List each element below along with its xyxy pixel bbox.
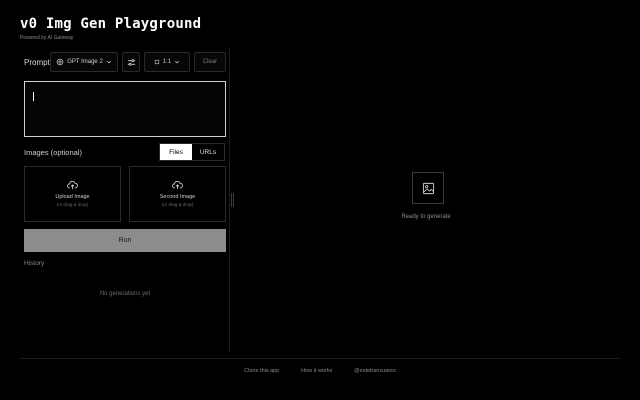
settings-button[interactable] — [122, 52, 140, 72]
image-icon — [422, 182, 434, 194]
prompt-toolbar: Prompt GPT Image 2 1:1 Clear — [20, 52, 230, 72]
model-select[interactable]: GPT Image 2 — [50, 52, 118, 72]
app-header: v0 Img Gen Playground Powered by AI Gate… — [20, 16, 201, 41]
upload-image-dropzone[interactable]: Upload Image (or drag & drop) — [24, 166, 121, 222]
footer-separator: · — [289, 368, 292, 374]
footer-divider — [20, 358, 620, 359]
aspect-ratio-value: 1:1 — [162, 59, 172, 65]
resize-handle[interactable] — [231, 193, 234, 207]
app-title: v0 Img Gen Playground — [20, 16, 202, 32]
tab-urls[interactable]: URLs — [192, 144, 224, 160]
footer-separator: · — [342, 368, 345, 374]
image-source-toggle: Files URLs — [159, 143, 225, 161]
upload-image-hint: (or drag & drop) — [56, 202, 89, 207]
aspect-ratio-select[interactable]: 1:1 — [144, 52, 190, 72]
footer: Clone this app · How it works · @esteban… — [0, 368, 640, 374]
square-icon — [154, 59, 159, 65]
model-select-value: GPT Image 2 — [67, 59, 103, 65]
prompt-label: Prompt — [24, 58, 50, 67]
history-empty-state: No generations yet — [99, 291, 151, 297]
upload-image-title: Upload Image — [55, 194, 90, 200]
preview-status: Ready to generate — [401, 214, 451, 220]
model-icon — [56, 58, 64, 66]
controls-panel: Prompt GPT Image 2 1:1 Clear Images (opt… — [20, 48, 230, 352]
clear-button-label: Clear — [202, 59, 218, 65]
run-button[interactable]: Run — [24, 229, 226, 252]
preview-panel: Ready to generate — [231, 48, 621, 352]
clone-app-link[interactable]: Clone this app — [244, 368, 279, 374]
history-label: History — [24, 260, 45, 267]
author-link[interactable]: @estebansuarez — [354, 368, 396, 374]
clear-button[interactable]: Clear — [194, 52, 226, 72]
image-placeholder — [412, 172, 444, 204]
cloud-upload-icon — [67, 180, 78, 190]
prompt-input[interactable] — [24, 81, 226, 137]
sliders-icon — [127, 58, 135, 66]
second-image-dropzone[interactable]: Second Image (or drag & drop) — [129, 166, 226, 222]
chevron-down-icon — [175, 60, 180, 64]
text-caret — [33, 92, 34, 101]
cloud-upload-icon — [172, 180, 183, 190]
how-it-works-link[interactable]: How it works — [301, 368, 332, 374]
chevron-down-icon — [106, 60, 111, 64]
second-image-title: Second Image — [159, 194, 196, 200]
app-subtitle: Powered by AI Gateway — [20, 35, 74, 41]
tab-files[interactable]: Files — [160, 144, 192, 160]
second-image-hint: (or drag & drop) — [161, 202, 194, 207]
images-label: Images (optional) — [24, 148, 82, 157]
